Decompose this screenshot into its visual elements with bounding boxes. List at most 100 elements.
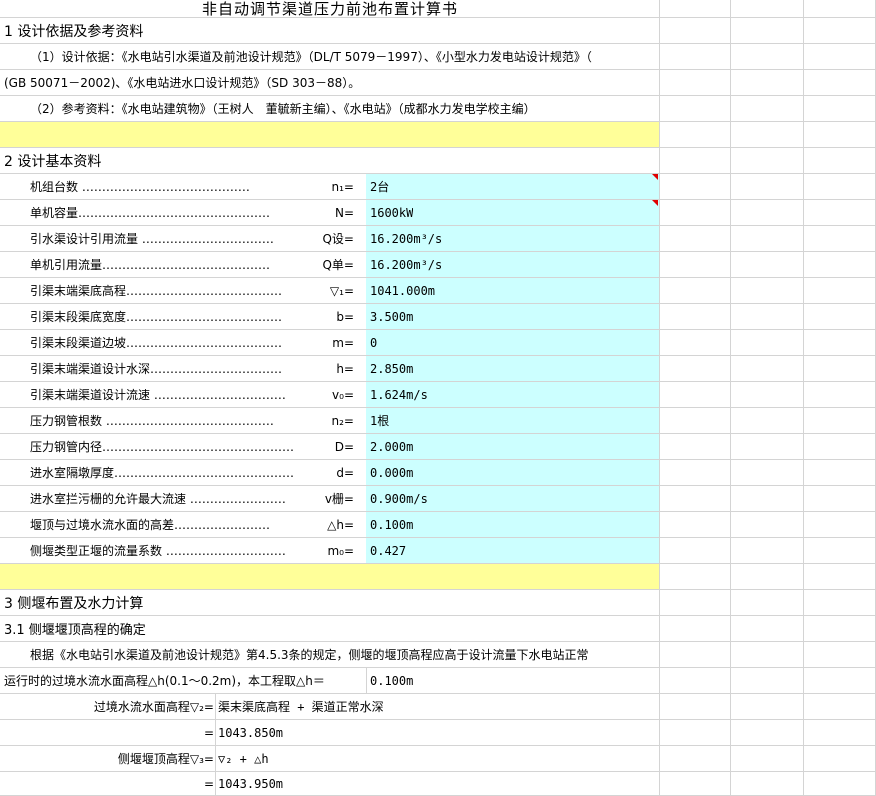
param-label-text: 引渠末端渠道设计水深……………………………	[30, 362, 283, 376]
param-row[interactable]: 侧堰类型正堰的流量系数 ………………………… m₀= 0.427	[0, 538, 876, 564]
basis-paragraph-line1: （1）设计依据：《水电站引水渠道及前池设计规范》（DL/T 5079－1997）…	[30, 50, 592, 64]
param-value[interactable]: 16.200m³/s	[370, 252, 442, 277]
param-value[interactable]: 2.850m	[370, 356, 413, 381]
param-symbol: m=	[332, 335, 354, 350]
param-label: 单机引用流量…………………………………… Q单=	[30, 252, 358, 277]
paragraph-row[interactable]: 运行时的过境水流水面高程△h(0.1～0.2m)，本工程取△h＝ 0.100m	[0, 668, 876, 694]
param-row[interactable]: 引渠末端渠道设计流速 …………………………… v₀= 1.624m/s	[0, 382, 876, 408]
param-symbol: Q设=	[322, 232, 354, 246]
equals-sign: =	[203, 776, 214, 791]
param-symbol: d=	[336, 465, 354, 480]
param-label-text: 进水室拦污栅的允许最大流速 ……………………	[30, 492, 286, 506]
crest-elevation-result[interactable]: 1043.950m	[218, 772, 283, 795]
section2-heading: 2 设计基本资料	[4, 153, 102, 170]
param-label: 引水渠设计引用流量 …………………………… Q设=	[30, 226, 358, 251]
section1-row[interactable]: 1 设计依据及参考资料	[0, 18, 876, 44]
column-divider	[215, 694, 216, 796]
param-value[interactable]: 0.000m	[370, 460, 413, 485]
param-value[interactable]: 1041.000m	[370, 278, 435, 303]
formula-row[interactable]: = 1043.850m	[0, 720, 876, 746]
comment-indicator-icon[interactable]	[652, 200, 658, 206]
subsection-row[interactable]: 3.1 侧堰堰顶高程的确定	[0, 616, 876, 642]
spacer-row[interactable]	[0, 564, 876, 590]
param-symbol: m₀=	[327, 543, 354, 558]
param-row[interactable]: 引渠末段渠底宽度………………………………… b= 3.500m	[0, 304, 876, 330]
param-row[interactable]: 引水渠设计引用流量 …………………………… Q设= 16.200m³/s	[0, 226, 876, 252]
section3-row[interactable]: 3 侧堰布置及水力计算	[0, 590, 876, 616]
param-row[interactable]: 单机容量………………………………………… N= 1600kW	[0, 200, 876, 226]
param-label-text: 压力钢管内径…………………………………………	[30, 440, 295, 454]
water-level-label: 过境水流水面高程▽₂=	[93, 700, 214, 714]
formula-row[interactable]: 过境水流水面高程▽₂= 渠末渠底高程 + 渠道正常水深	[0, 694, 876, 720]
param-label-text: 单机容量…………………………………………	[30, 206, 271, 220]
water-level-formula[interactable]: 渠末渠底高程 + 渠道正常水深	[218, 694, 384, 719]
paragraph-row[interactable]: （2）参考资料：《水电站建筑物》（王树人 董毓新主编）、《水电站》（成都水力发电…	[0, 96, 876, 122]
param-label-text: 引渠末端渠道设计流速 ……………………………	[30, 388, 286, 402]
param-row[interactable]: 进水室拦污栅的允许最大流速 …………………… v栅= 0.900m/s	[0, 486, 876, 512]
param-label: 引渠末端渠底高程………………………………… ▽₁=	[30, 278, 358, 303]
param-value[interactable]: 16.200m³/s	[370, 226, 442, 251]
param-value[interactable]: 0	[370, 330, 377, 355]
title-row[interactable]: 非自动调节渠道压力前池布置计算书	[0, 0, 876, 18]
delta-h-value[interactable]: 0.100m	[370, 668, 413, 693]
comment-indicator-icon[interactable]	[652, 174, 658, 180]
document-title: 非自动调节渠道压力前池布置计算书	[201, 0, 458, 17]
param-label: 单机容量………………………………………… N=	[30, 200, 358, 225]
spreadsheet: 非自动调节渠道压力前池布置计算书 1 设计依据及参考资料 （1）设计依据：《水电…	[0, 0, 876, 796]
param-row[interactable]: 压力钢管根数 …………………………………… n₂= 1根	[0, 408, 876, 434]
param-label-text: 进水室隔墩厚度………………………………………	[30, 466, 295, 480]
param-row[interactable]: 进水室隔墩厚度……………………………………… d= 0.000m	[0, 460, 876, 486]
paragraph-row[interactable]: （1）设计依据：《水电站引水渠道及前池设计规范》（DL/T 5079－1997）…	[0, 44, 876, 70]
param-label: 引渠末段渠底宽度………………………………… b=	[30, 304, 358, 329]
param-symbol: Q单=	[322, 258, 354, 272]
section1-heading: 1 设计依据及参考资料	[4, 23, 144, 40]
param-row[interactable]: 堰顶与过境水流水面的高差…………………… △h= 0.100m	[0, 512, 876, 538]
param-row[interactable]: 单机引用流量…………………………………… Q单= 16.200m³/s	[0, 252, 876, 278]
spacer-row[interactable]	[0, 122, 876, 148]
formula-row[interactable]: = 1043.950m	[0, 772, 876, 796]
param-label: 进水室拦污栅的允许最大流速 …………………… v栅=	[30, 486, 358, 511]
param-label-text: 压力钢管根数 ……………………………………	[30, 414, 274, 428]
param-value[interactable]: 1.624m/s	[370, 382, 428, 407]
param-row[interactable]: 压力钢管内径………………………………………… D= 2.000m	[0, 434, 876, 460]
section2-row[interactable]: 2 设计基本资料	[0, 148, 876, 174]
equals-sign: =	[203, 725, 214, 740]
param-symbol: △h=	[327, 517, 354, 532]
formula-row[interactable]: 侧堰堰顶高程▽₃= ▽₂ + △h	[0, 746, 876, 772]
param-value[interactable]: 2台	[370, 174, 389, 199]
param-value[interactable]: 3.500m	[370, 304, 413, 329]
param-symbol: n₂=	[331, 413, 354, 428]
param-value[interactable]: 2.000m	[370, 434, 413, 459]
param-label-text: 机组台数 ……………………………………	[30, 180, 250, 194]
param-value[interactable]: 1600kW	[370, 200, 413, 225]
crest-elevation-formula[interactable]: ▽₂ + △h	[218, 746, 269, 771]
param-row[interactable]: 引渠末端渠道设计水深…………………………… h= 2.850m	[0, 356, 876, 382]
param-symbol: v栅=	[324, 492, 354, 506]
param-label: 堰顶与过境水流水面的高差…………………… △h=	[30, 512, 358, 537]
param-symbol: h=	[336, 361, 354, 376]
param-label: 压力钢管内径………………………………………… D=	[30, 434, 358, 459]
param-label-text: 引渠末段渠底宽度…………………………………	[30, 310, 283, 324]
crest-paragraph-line1: 根据《水电站引水渠道及前池设计规范》第4.5.3条的规定，侧堰的堰顶高程应高于设…	[30, 648, 589, 662]
paragraph-row[interactable]: 根据《水电站引水渠道及前池设计规范》第4.5.3条的规定，侧堰的堰顶高程应高于设…	[0, 642, 876, 668]
param-value[interactable]: 0.100m	[370, 512, 413, 537]
param-value[interactable]: 1根	[370, 408, 389, 433]
param-symbol: D=	[334, 439, 354, 454]
param-value[interactable]: 0.900m/s	[370, 486, 428, 511]
param-label: 压力钢管根数 …………………………………… n₂=	[30, 408, 358, 433]
water-level-result[interactable]: 1043.850m	[218, 720, 283, 745]
param-label: 侧堰类型正堰的流量系数 ………………………… m₀=	[30, 538, 358, 563]
paragraph-row[interactable]: (GB 50071－2002)、《水电站进水口设计规范》（SD 303－88）。	[0, 70, 876, 96]
param-row[interactable]: 机组台数 …………………………………… n₁= 2台	[0, 174, 876, 200]
param-value[interactable]: 0.427	[370, 538, 406, 563]
param-row[interactable]: 引渠末段渠道边坡………………………………… m= 0	[0, 330, 876, 356]
param-row[interactable]: 引渠末端渠底高程………………………………… ▽₁= 1041.000m	[0, 278, 876, 304]
param-symbol: n₁=	[331, 179, 354, 194]
param-symbol: N=	[334, 205, 354, 220]
param-label: 引渠末端渠道设计流速 …………………………… v₀=	[30, 382, 358, 407]
subsection-heading: 3.1 侧堰堰顶高程的确定	[4, 623, 146, 638]
param-label: 进水室隔墩厚度……………………………………… d=	[30, 460, 358, 485]
param-label-text: 侧堰类型正堰的流量系数 …………………………	[30, 544, 286, 558]
crest-elevation-label: 侧堰堰顶高程▽₃=	[117, 752, 214, 766]
crest-paragraph-line2: 运行时的过境水流水面高程△h(0.1～0.2m)，本工程取△h＝	[4, 674, 325, 688]
